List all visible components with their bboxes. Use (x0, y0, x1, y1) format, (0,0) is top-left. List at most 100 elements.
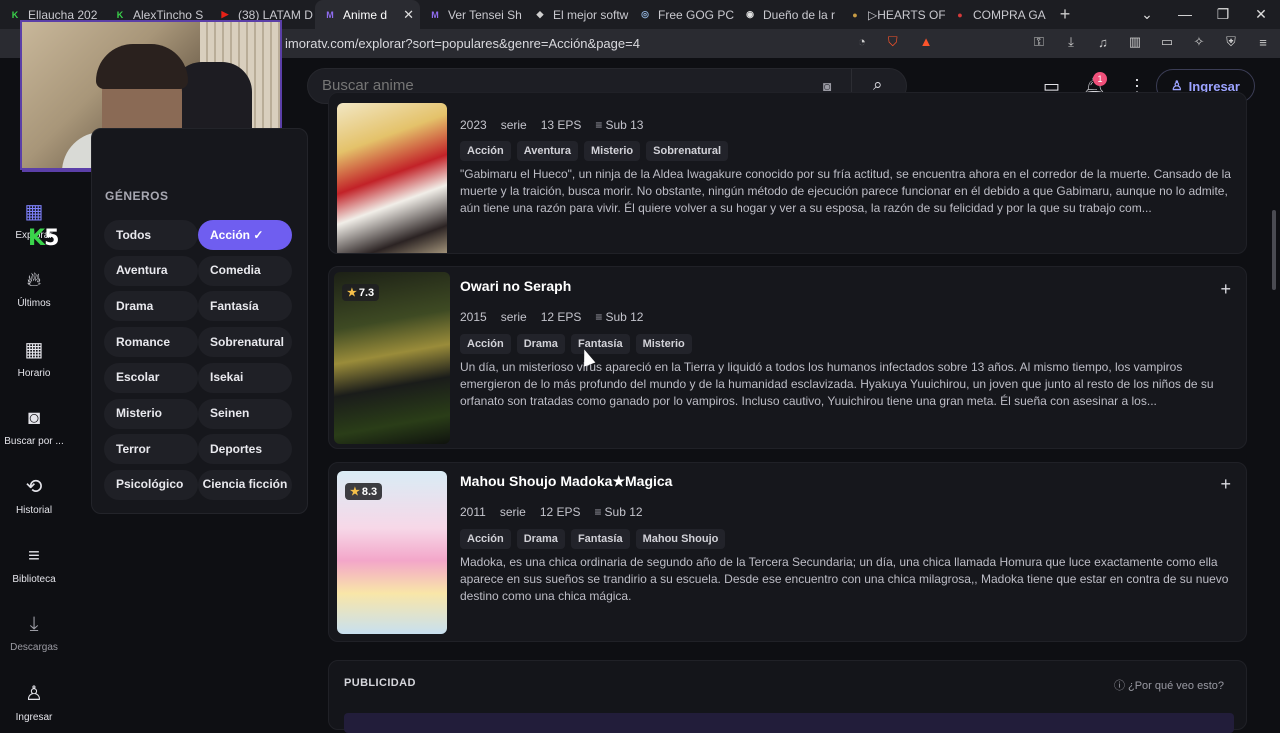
brave-shields-icon[interactable]: ⛉ (888, 34, 898, 50)
genre-tag[interactable]: Drama (516, 334, 565, 354)
grid-icon: ▦ (24, 201, 44, 223)
card-title[interactable]: Mahou Shoujo Madoka★Magica (460, 473, 672, 490)
anime-card[interactable]: ★ 8.3 Mahou Shoujo Madoka★Magica + 2011 s… (328, 462, 1247, 642)
tab-favicon-icon: ● (852, 9, 858, 20)
browser-tab[interactable]: ◆ El mejor softw (525, 0, 630, 29)
rail-item[interactable]: ▦ Horario (0, 338, 68, 379)
rail-item[interactable]: ⤓ Descargas (0, 612, 68, 653)
restore-button[interactable]: ❐ (1204, 6, 1242, 23)
genre-tag[interactable]: Fantasía (570, 529, 630, 549)
camera-icon: ◙ (27, 407, 41, 429)
minimize-button[interactable]: — (1166, 6, 1204, 23)
vpn-icon[interactable]: ⛨ (1222, 33, 1240, 51)
card-meta: 2023 serie 13 EPS ≡ Sub 13 (460, 118, 643, 132)
genre-button[interactable]: Misterio (104, 398, 198, 429)
genre-button[interactable]: Sobrenatural (198, 327, 292, 358)
anime-card[interactable]: ★ 7.3 Owari no Seraph + 2015 serie 12 EPS… (328, 266, 1247, 449)
sub-count: ≡ Sub 13 (595, 118, 643, 132)
scrollbar-thumb[interactable] (1272, 210, 1276, 290)
genre-button[interactable]: Terror (104, 434, 198, 465)
genre-button[interactable]: Romance (104, 327, 198, 358)
genre-tag[interactable]: Misterio (635, 334, 692, 354)
episodes: 12 EPS (539, 505, 581, 519)
downloads-icon[interactable]: ⤓ (1062, 33, 1080, 51)
genre-tag[interactable]: Acción (460, 334, 511, 354)
add-button[interactable]: + (1220, 474, 1231, 495)
poster-image[interactable]: ★ 7.3 (334, 272, 450, 444)
rail-item[interactable]: ♙ Ingresar (0, 682, 68, 723)
menu-icon[interactable]: ≡ (1254, 33, 1272, 51)
url-field[interactable]: imoratv.com/explorar?sort=populares&genr… (285, 36, 640, 51)
genre-tag[interactable]: Misterio (583, 141, 641, 161)
genre-button[interactable]: Escolar (104, 362, 198, 393)
browser-tab[interactable]: M Anime d ✕ (315, 0, 420, 29)
genre-tag[interactable]: Sobrenatural (646, 141, 729, 161)
browser-tab[interactable]: ● COMPRA GA (945, 0, 1050, 29)
sub-icon: ≡ (595, 310, 603, 324)
rail-item[interactable]: ◙ Buscar por ... (0, 406, 68, 447)
star-icon: ★ (350, 486, 360, 498)
add-button[interactable]: + (1220, 279, 1231, 300)
tab-search-icon[interactable]: ⌄ (1128, 6, 1166, 23)
new-tab-button[interactable]: + (1050, 4, 1080, 25)
tab-favicon-icon: ● (957, 9, 963, 20)
rail-label: Últimos (17, 298, 51, 309)
sidebar-icon[interactable]: ▥ (1126, 33, 1144, 51)
anime-card[interactable]: 2023 serie 13 EPS ≡ Sub 13 Acción Aventura… (328, 92, 1247, 254)
sub-label: Sub 12 (605, 310, 644, 324)
brave-rewards-icon[interactable]: ▲ (920, 34, 933, 50)
genre-button[interactable]: Isekai (198, 362, 292, 393)
rail-label: Ingresar (15, 712, 53, 723)
year: 2015 (460, 310, 487, 324)
rating-badge: ★ 8.3 (345, 483, 383, 500)
wallet-icon[interactable]: ▭ (1158, 33, 1176, 51)
card-meta: 2015 serie 12 EPS ≡ Sub 12 (460, 310, 643, 324)
calendar-icon: ▦ (24, 339, 44, 361)
poster-image[interactable]: ★ 8.3 (337, 471, 447, 634)
genre-button[interactable]: Acción ✓ (198, 220, 292, 250)
genre-tag[interactable]: Acción (460, 141, 511, 161)
webcam-hair (96, 44, 188, 89)
genre-button[interactable]: Ciencia ficción (198, 469, 292, 500)
genre-tag[interactable]: Aventura (516, 141, 578, 161)
browser-tab[interactable]: M Ver Tensei Sh (420, 0, 525, 29)
genres-title: GÉNEROS (105, 189, 169, 203)
genre-button[interactable]: Todos (104, 220, 198, 250)
genre-tag[interactable]: Mahou Shoujo (635, 529, 726, 549)
poster-image[interactable] (337, 103, 447, 253)
genre-button[interactable]: Comedia (198, 255, 292, 286)
music-icon[interactable]: ♫ (1094, 33, 1112, 51)
episodes: 13 EPS (540, 118, 582, 132)
card-title[interactable]: Owari no Seraph (460, 278, 571, 294)
user-icon: ♙ (25, 683, 43, 705)
genre-button[interactable]: Psicológico (104, 469, 198, 500)
description: Un día, un misterioso virus apareció en … (460, 360, 1214, 408)
description: "Gabimaru el Hueco", un ninja de la Alde… (460, 167, 1231, 215)
genre-button[interactable]: Fantasía (198, 291, 292, 322)
rail-item[interactable]: ⟲ Historial (0, 475, 68, 516)
speed-icon[interactable]: ◔ (858, 34, 866, 50)
key-icon[interactable]: ⚿ (1030, 33, 1048, 51)
leo-icon[interactable]: ✧ (1190, 33, 1208, 51)
ad-title: PUBLICIDAD (344, 677, 416, 689)
genre-tag[interactable]: Acción (460, 529, 511, 549)
star-icon: ★ (347, 287, 357, 299)
genre-button[interactable]: Aventura (104, 255, 198, 286)
genre-button[interactable]: Deportes (198, 434, 292, 465)
browser-tab[interactable]: ◉ Dueño de la r (735, 0, 840, 29)
close-tab-icon[interactable]: ✕ (403, 7, 414, 23)
ad-banner[interactable] (344, 713, 1234, 733)
genre-tag[interactable]: Drama (516, 529, 565, 549)
rail-item[interactable]: ≡ Biblioteca (0, 544, 68, 585)
ad-why-link[interactable]: ⓘ ¿Por qué veo esto? (1114, 677, 1224, 693)
genre-button[interactable]: Drama (104, 291, 198, 322)
browser-tab[interactable]: ◎ Free GOG PC (630, 0, 735, 29)
k5-number: 5 (44, 226, 59, 251)
k5-letter: K (28, 226, 45, 251)
year: 2023 (460, 118, 487, 132)
browser-tab[interactable]: ● ▷HEARTS OF (840, 0, 945, 29)
genre-button[interactable]: Seinen (198, 398, 292, 429)
rail-item[interactable]: 🔥︎ Últimos (0, 268, 68, 309)
tag-list: Acción Drama Fantasía Mahou Shoujo (460, 529, 726, 549)
close-window-button[interactable]: ✕ (1242, 6, 1280, 23)
